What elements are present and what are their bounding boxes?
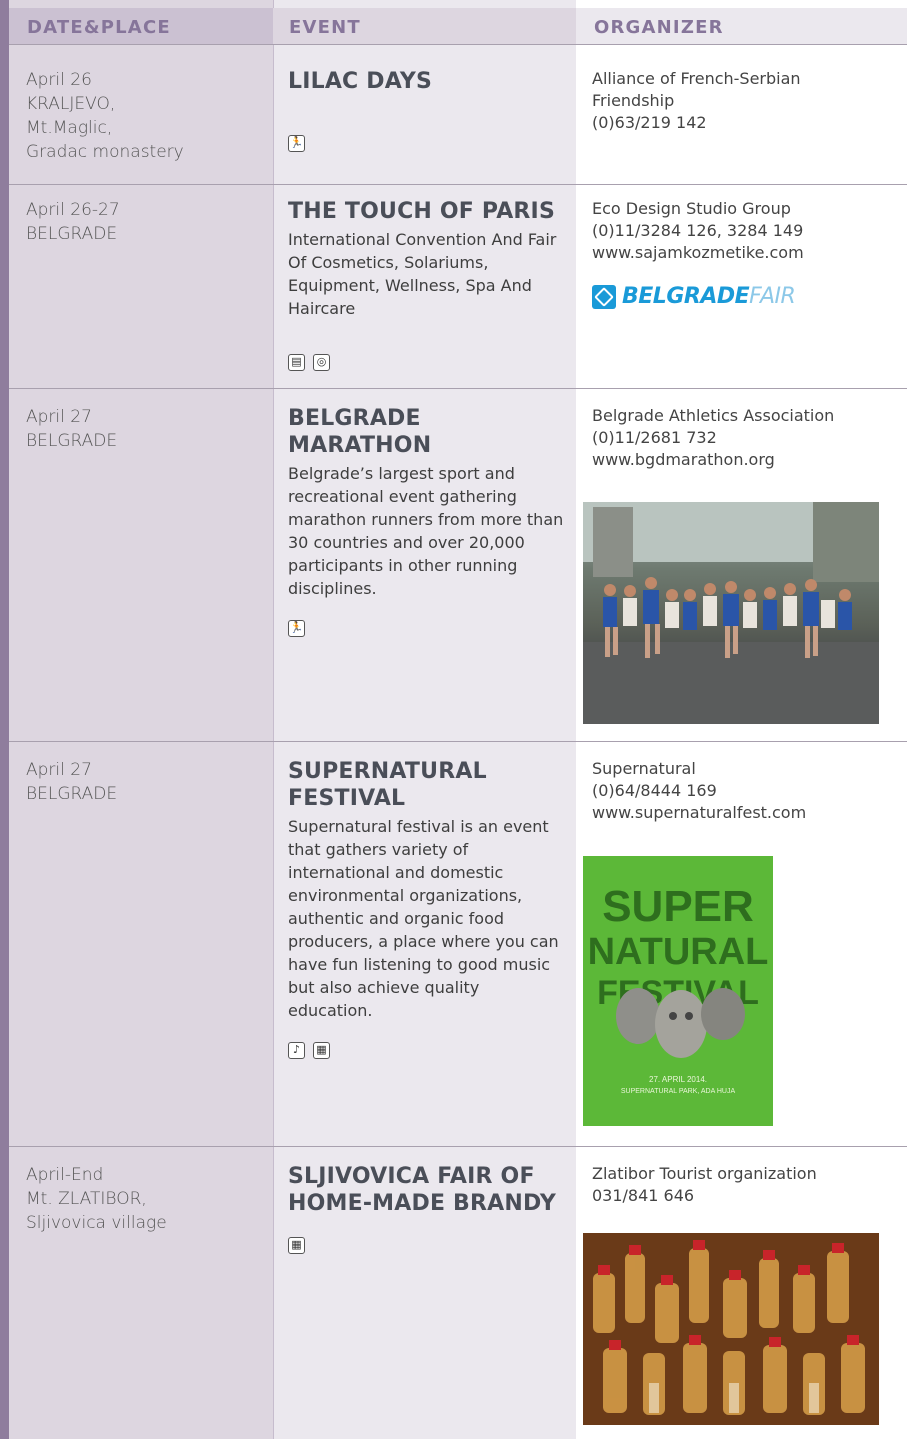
place-line: BELGRADE: [26, 784, 118, 804]
organizer-phone: (0)64/8444 169: [592, 781, 717, 800]
globe-icon: ◎: [313, 354, 330, 371]
event-description: International Convention And Fair Of Cos…: [288, 230, 557, 318]
event-title: THE TOUCH OF PARIS: [288, 199, 555, 224]
event-cell: LILAC DAYS 🏃: [288, 68, 566, 152]
organizer-name: Eco Design Studio Group: [592, 199, 791, 218]
organizer-website[interactable]: www.supernaturalfest.com: [592, 802, 892, 824]
place-line: KRALJEVO,: [26, 94, 116, 114]
date-place-cell: April 27 BELGRADE: [26, 405, 266, 453]
event-title: SLJIVOVICA FAIR OF HOME-MADE BRANDY: [288, 1164, 556, 1216]
music-icon: ♪: [288, 1042, 305, 1059]
brandy-bottles-photo: [583, 1233, 879, 1425]
date-line: April-End: [26, 1165, 104, 1185]
row-divider: [9, 184, 907, 185]
event-title: BELGRADE MARATHON: [288, 406, 432, 458]
place-line: BELGRADE: [26, 431, 118, 451]
organizer-phone: (0)11/2681 732: [592, 428, 717, 447]
left-accent-bar: [0, 0, 9, 1439]
header-organizer: ORGANIZER: [576, 8, 907, 44]
organizer-name: Friendship: [592, 91, 675, 110]
running-person-icon: 🏃: [288, 620, 305, 637]
organizer-cell: Supernatural (0)64/8444 169 www.supernat…: [592, 758, 892, 824]
event-description: Supernatural festival is an event that g…: [288, 817, 559, 1020]
event-icons: ▦: [288, 1237, 566, 1254]
row-divider: [9, 741, 907, 742]
place-line: Mt. ZLATIBOR,: [26, 1189, 147, 1209]
belgrade-fair-logo: BELGRADE FAIR: [592, 282, 892, 312]
organizer-cell: Eco Design Studio Group (0)11/3284 126, …: [592, 198, 892, 312]
date-place-cell: April-End Mt. ZLATIBOR, Sljivovica villa…: [26, 1163, 266, 1235]
column-separator: [273, 0, 274, 1439]
event-icons: 🏃: [288, 135, 566, 152]
market-icon: ▦: [288, 1237, 305, 1254]
table-header: DATE&PLACE EVENT ORGANIZER: [9, 8, 907, 44]
organizer-name: Alliance of French-Serbian: [592, 69, 801, 88]
organizer-name: Supernatural: [592, 759, 696, 778]
poster-drawing: SUPER NATURAL FESTIVAL 27. APRIL 2014. S…: [583, 856, 773, 1126]
organizer-website[interactable]: www.sajamkozmetike.com: [592, 242, 892, 264]
market-icon: ▦: [313, 1042, 330, 1059]
place-line: Gradac monastery: [26, 142, 184, 162]
belgrade-fair-mark-icon: [592, 285, 616, 309]
date-line: April 26: [26, 70, 92, 90]
logo-text-bold: BELGRADE: [622, 284, 750, 309]
event-icons: 🏃: [288, 620, 566, 637]
event-icons: ♪ ▦: [288, 1042, 566, 1059]
place-line: BELGRADE: [26, 224, 118, 244]
brandy-photo-drawing: [583, 1233, 879, 1425]
organizer-cell: Alliance of French-Serbian Friendship (0…: [592, 68, 892, 134]
event-cell: SLJIVOVICA FAIR OF HOME-MADE BRANDY ▦: [288, 1163, 566, 1254]
organizer-phone: (0)11/3284 126, 3284 149: [592, 221, 804, 240]
row-divider: [9, 44, 907, 45]
exhibition-icon: ▤: [288, 354, 305, 371]
organizer-name: Belgrade Athletics Association: [592, 406, 835, 425]
supernatural-festival-poster: SUPER NATURAL FESTIVAL 27. APRIL 2014. S…: [583, 856, 773, 1126]
organizer-name: Zlatibor Tourist organization: [592, 1164, 817, 1183]
poster-date: 27. APRIL 2014.: [649, 1075, 707, 1084]
row-divider: [9, 388, 907, 389]
header-event: EVENT: [273, 8, 576, 44]
date-line: April 27: [26, 760, 92, 780]
poster-line: NATURAL: [588, 931, 769, 973]
event-cell: THE TOUCH OF PARIS International Convent…: [288, 198, 566, 371]
event-description: Belgrade’s largest sport and recreationa…: [288, 464, 564, 598]
poster-place: SUPERNATURAL PARK, ADA HUJA: [621, 1088, 736, 1095]
poster-line: SUPER: [602, 882, 754, 931]
date-place-cell: April 26-27 BELGRADE: [26, 198, 266, 246]
running-person-icon: 🏃: [288, 135, 305, 152]
row-divider: [9, 1146, 907, 1147]
logo-text-light: FAIR: [749, 284, 796, 309]
marathon-photo: [583, 502, 879, 724]
organizer-phone: 031/841 646: [592, 1186, 695, 1205]
date-line: April 27: [26, 407, 92, 427]
event-title: LILAC DAYS: [288, 69, 433, 94]
marathon-photo-drawing: [583, 502, 879, 724]
date-place-cell: April 27 BELGRADE: [26, 758, 266, 806]
date-line: April 26-27: [26, 200, 120, 220]
organizer-phone: (0)63/219 142: [592, 113, 707, 132]
event-title: SUPERNATURAL FESTIVAL: [288, 759, 487, 811]
date-place-cell: April 26 KRALJEVO, Mt.Maglic, Gradac mon…: [26, 68, 266, 164]
event-cell: SUPERNATURAL FESTIVAL Supernatural festi…: [288, 758, 566, 1059]
organizer-cell: Belgrade Athletics Association (0)11/268…: [592, 405, 892, 471]
place-line: Sljivovica village: [26, 1213, 167, 1233]
event-icons: ▤ ◎: [288, 354, 566, 371]
event-cell: BELGRADE MARATHON Belgrade’s largest spo…: [288, 405, 566, 637]
header-date-place: DATE&PLACE: [9, 8, 273, 44]
organizer-website[interactable]: www.bgdmarathon.org: [592, 449, 892, 471]
organizer-cell: Zlatibor Tourist organization 031/841 64…: [592, 1163, 892, 1207]
place-line: Mt.Maglic,: [26, 118, 113, 138]
